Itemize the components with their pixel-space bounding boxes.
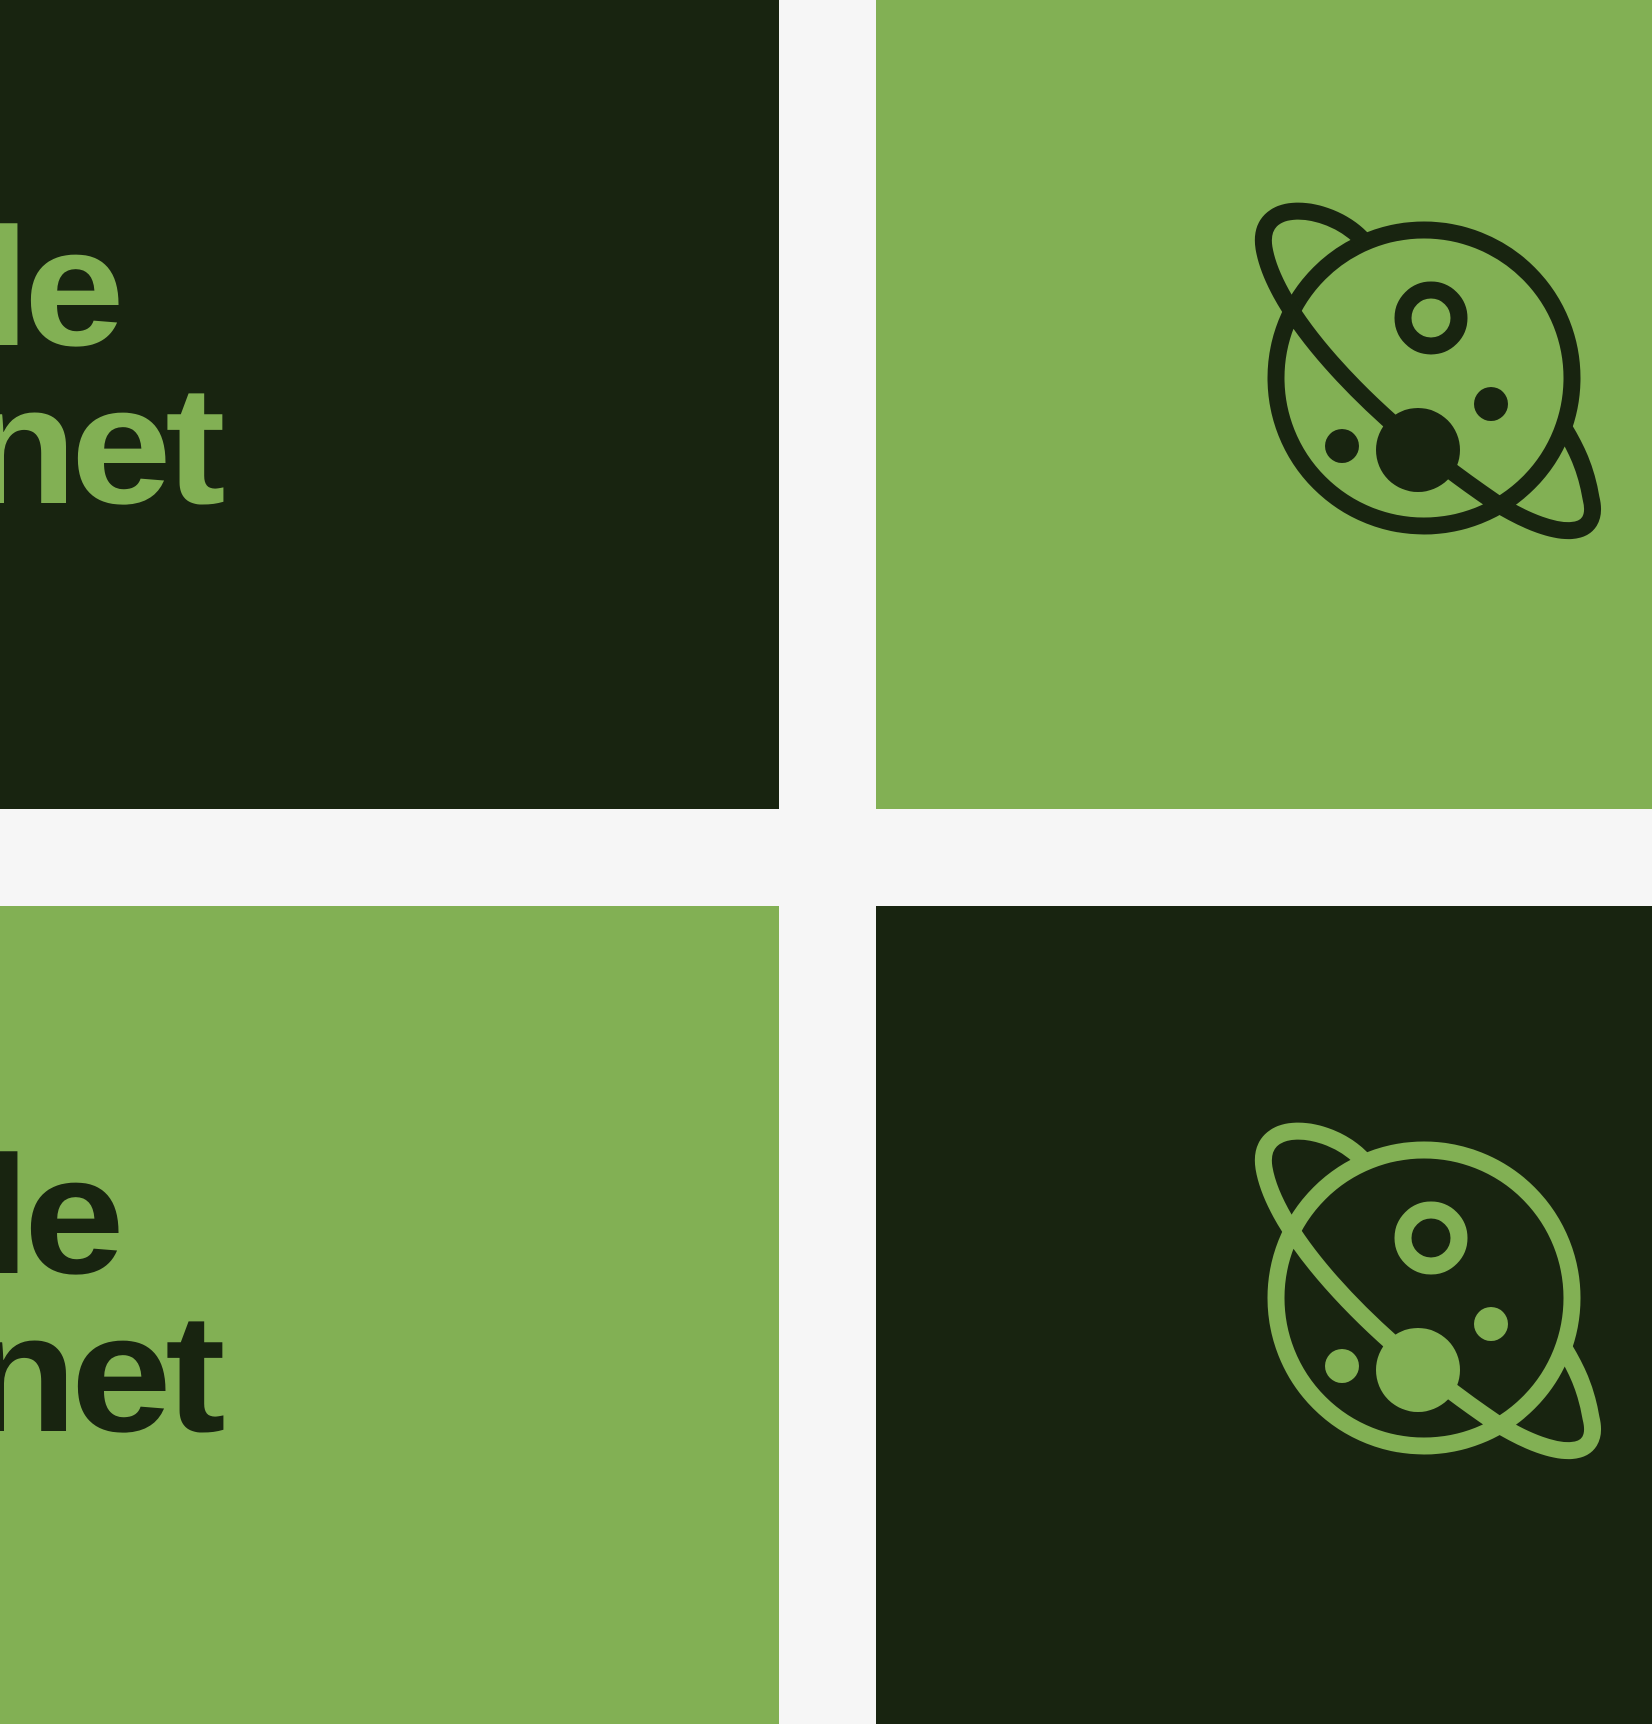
wordmark: ttle anet [0, 1121, 226, 1467]
wordmark-line-2: anet [0, 351, 226, 539]
brand-color-grid: ttle anet ttle anet [0, 0, 1652, 1724]
planet-icon [1254, 202, 1601, 540]
wordmark-line-1: ttle [0, 1121, 125, 1309]
wordmark-line-2: anet [0, 1279, 226, 1467]
icon-tile-dark [876, 906, 1652, 1724]
wordmark: ttle anet [0, 193, 226, 539]
wordmark-tile-dark: ttle anet [0, 0, 779, 809]
wordmark-line-1: ttle [0, 193, 125, 381]
icon-tile-light [876, 0, 1652, 809]
wordmark-tile-light: ttle anet [0, 906, 779, 1724]
planet-icon [1254, 1122, 1601, 1460]
